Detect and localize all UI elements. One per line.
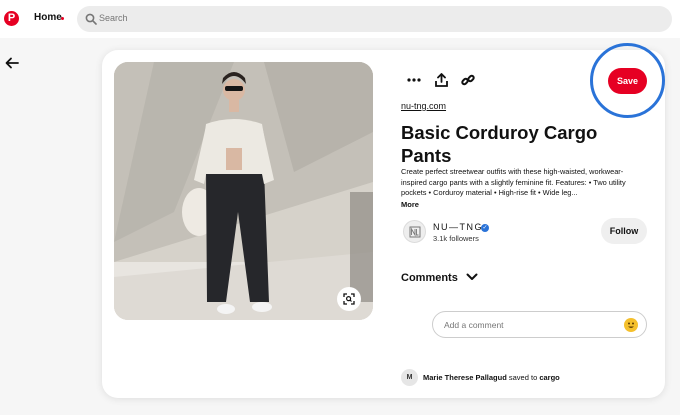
share-icon[interactable] [432, 71, 450, 89]
creator-avatar[interactable] [403, 220, 426, 243]
verified-badge-icon: ✓ [481, 224, 489, 232]
pin-title: Basic Corduroy Cargo Pants [401, 122, 598, 166]
saver-name[interactable]: Marie Therese Pallagud [423, 373, 507, 382]
follower-count: 3.1k followers [433, 234, 479, 243]
activity-verb: saved to [508, 373, 538, 382]
search-bar[interactable]: Search [77, 6, 672, 32]
chevron-down-icon[interactable] [466, 272, 478, 282]
emoji-icon[interactable] [624, 318, 638, 332]
comments-heading[interactable]: Comments [401, 272, 458, 284]
comment-input[interactable]: Add a comment [432, 311, 647, 338]
home-link[interactable]: Home [34, 12, 62, 23]
lens-icon [343, 293, 355, 305]
comment-placeholder: Add a comment [444, 320, 504, 330]
more-link[interactable]: More [401, 200, 419, 209]
pin-image[interactable] [114, 62, 373, 320]
link-icon[interactable] [459, 71, 477, 89]
source-link[interactable]: nu-tng.com [401, 101, 446, 111]
outfit-photo [114, 62, 373, 320]
more-options-icon[interactable] [405, 71, 423, 89]
pin-description: Create perfect streetwear outfits with t… [401, 167, 626, 197]
creator-name[interactable]: NU—TNG [433, 222, 483, 232]
search-icon [85, 13, 97, 25]
search-input[interactable]: Search [99, 13, 128, 23]
saver-avatar[interactable]: M [401, 369, 418, 386]
pinterest-logo-icon[interactable]: P [4, 11, 19, 26]
follow-button[interactable]: Follow [601, 218, 647, 244]
notification-dot [61, 17, 64, 20]
top-navigation-bar: P Home Search [0, 0, 680, 38]
board-name[interactable]: cargo [539, 373, 559, 382]
save-activity: Marie Therese Pallagud saved to cargo [423, 373, 560, 382]
brand-logo-icon [409, 226, 420, 237]
save-highlight-circle [590, 43, 665, 118]
visual-search-button[interactable] [337, 287, 361, 311]
back-arrow-icon[interactable] [5, 57, 19, 69]
